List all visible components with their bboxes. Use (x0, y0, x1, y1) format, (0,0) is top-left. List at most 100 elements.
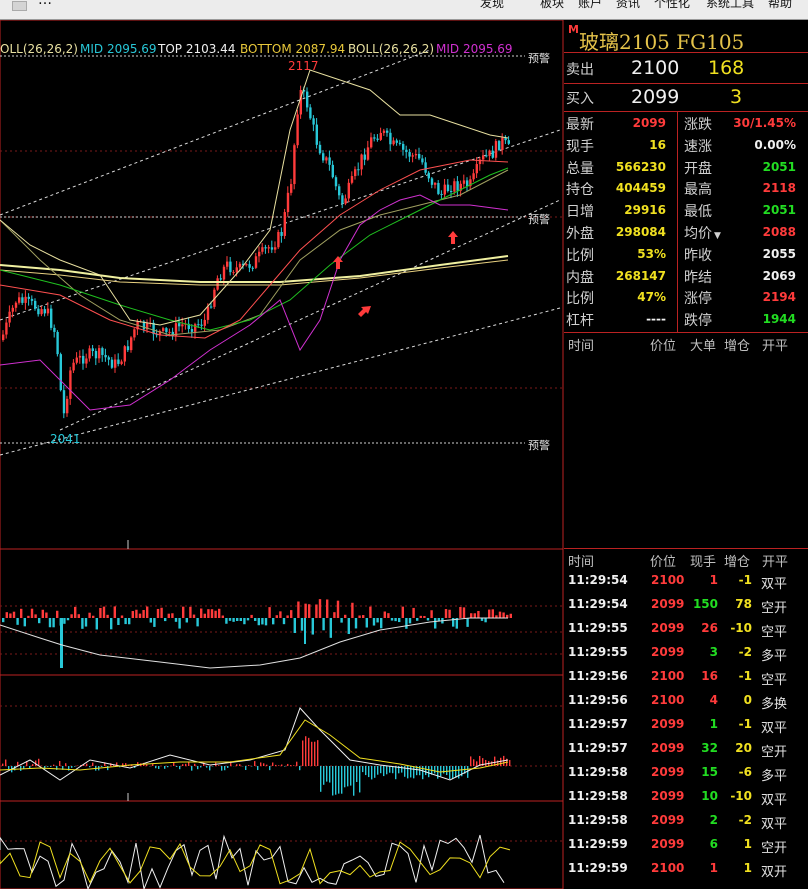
trend-channel-lines (0, 49, 561, 456)
macd-bar (59, 761, 61, 766)
stat-label: 开盘 (684, 160, 712, 177)
bottom-label: BOTTOM 2087.94 (240, 42, 345, 56)
volume-bar (160, 607, 163, 618)
macd-bar (185, 763, 187, 766)
tick-type: 多平 (761, 649, 788, 664)
volume-bar (344, 614, 347, 618)
candle-body (443, 184, 446, 195)
avg-price-dropdown-icon[interactable]: ▼ (714, 231, 721, 241)
volume-bar (246, 618, 250, 621)
candle-body (430, 178, 434, 185)
macd-bar (254, 761, 256, 766)
open-interest-line (0, 617, 508, 669)
macd-bar (383, 766, 385, 777)
volume-bar (488, 609, 491, 618)
menu-system-tools[interactable]: 系统工具 (706, 0, 754, 11)
volume-bar (92, 615, 95, 618)
stat-label: 日增 (566, 204, 594, 221)
volume-bar (167, 613, 170, 618)
menu-discover[interactable]: 发现 (480, 0, 504, 11)
candle-body (245, 264, 248, 266)
stat-value: 2069 (762, 268, 796, 283)
buy-label: 买入 (566, 91, 594, 107)
volume-bar (236, 618, 239, 621)
tick-price: 2099 (651, 837, 685, 851)
stat-label: 昨收 (684, 247, 712, 264)
kdj-pane (0, 834, 511, 889)
menu-personalize[interactable]: 个性化 (654, 0, 690, 11)
candle-body (494, 141, 498, 158)
big-order-col-inc: 增仓 (724, 339, 751, 354)
candle-body (88, 348, 91, 359)
candle-body (357, 169, 360, 171)
alert-label-mid[interactable]: 预警 (528, 212, 550, 226)
volume-bar (218, 608, 221, 618)
alert-label-bottom[interactable]: 预警 (528, 438, 550, 452)
tick-col-inc: 增仓 (724, 555, 751, 570)
menu-help[interactable]: 帮助 (768, 0, 792, 11)
volume-bar (372, 618, 376, 626)
macd-bar (290, 765, 292, 766)
candle-body (168, 331, 171, 333)
volume-bar (308, 604, 311, 618)
stat-value: 2194 (762, 290, 796, 305)
stat-value: 298084 (615, 225, 666, 239)
candle-body (331, 164, 334, 178)
alert-label-top[interactable]: 预警 (528, 51, 550, 65)
macd-bar (389, 766, 391, 773)
candle-body (475, 164, 478, 174)
candle-body (8, 311, 11, 323)
tick-price: 2099 (651, 789, 685, 803)
volume-bar (81, 618, 84, 629)
tick-type: 双平 (761, 793, 788, 808)
app-icon (12, 1, 27, 11)
volume-bar (106, 614, 109, 618)
volume-bar (27, 615, 30, 618)
candle-body (344, 198, 347, 204)
candle-body (43, 309, 46, 314)
candle-body (107, 357, 110, 360)
volume-bar (369, 606, 372, 618)
menu-news[interactable]: 资讯 (616, 0, 640, 11)
macd-bar (344, 766, 346, 788)
candle-body (411, 155, 414, 157)
buy-volume: 3 (730, 86, 743, 108)
macd-bar (2, 763, 4, 766)
macd-bar (284, 766, 286, 767)
macd-bar (248, 765, 250, 766)
menu-account[interactable]: 账户 (578, 0, 602, 11)
candle-body (165, 328, 168, 333)
candle-body (414, 153, 418, 156)
menu-sector[interactable]: 板块 (540, 0, 564, 11)
tick-type: 双开 (761, 865, 788, 880)
volume-bar (23, 618, 26, 627)
volume-bar (243, 618, 246, 625)
macd-bar (509, 760, 511, 766)
tick-type: 双平 (761, 577, 788, 592)
candle-body (293, 145, 296, 185)
candle-body (450, 191, 453, 193)
candle-body (424, 162, 427, 173)
macd-bar (296, 761, 298, 766)
macd-bar (209, 766, 211, 771)
volume-bar (196, 618, 199, 627)
volume-bar (41, 609, 44, 618)
volume-bar (153, 618, 156, 627)
kline-chart[interactable]: OLL(26,26,2) MID 2095.69 TOP 2103.44 BOT… (0, 20, 564, 889)
macd-bar (281, 764, 283, 766)
candle-body (21, 297, 24, 303)
macd-bar (377, 766, 379, 775)
tick-price: 2100 (651, 669, 685, 683)
macd-bar (65, 763, 67, 766)
candle-body (222, 266, 226, 280)
macd-bar (299, 766, 301, 771)
volume-bar (336, 600, 340, 618)
candle-body (46, 308, 50, 314)
chart-frame (0, 20, 564, 889)
candle-body (482, 155, 485, 160)
macd-bar (374, 766, 376, 778)
macd-bar (329, 766, 331, 783)
volume-bar (99, 607, 102, 618)
more-icon[interactable]: … (38, 0, 52, 8)
tick-type: 双平 (761, 721, 788, 736)
